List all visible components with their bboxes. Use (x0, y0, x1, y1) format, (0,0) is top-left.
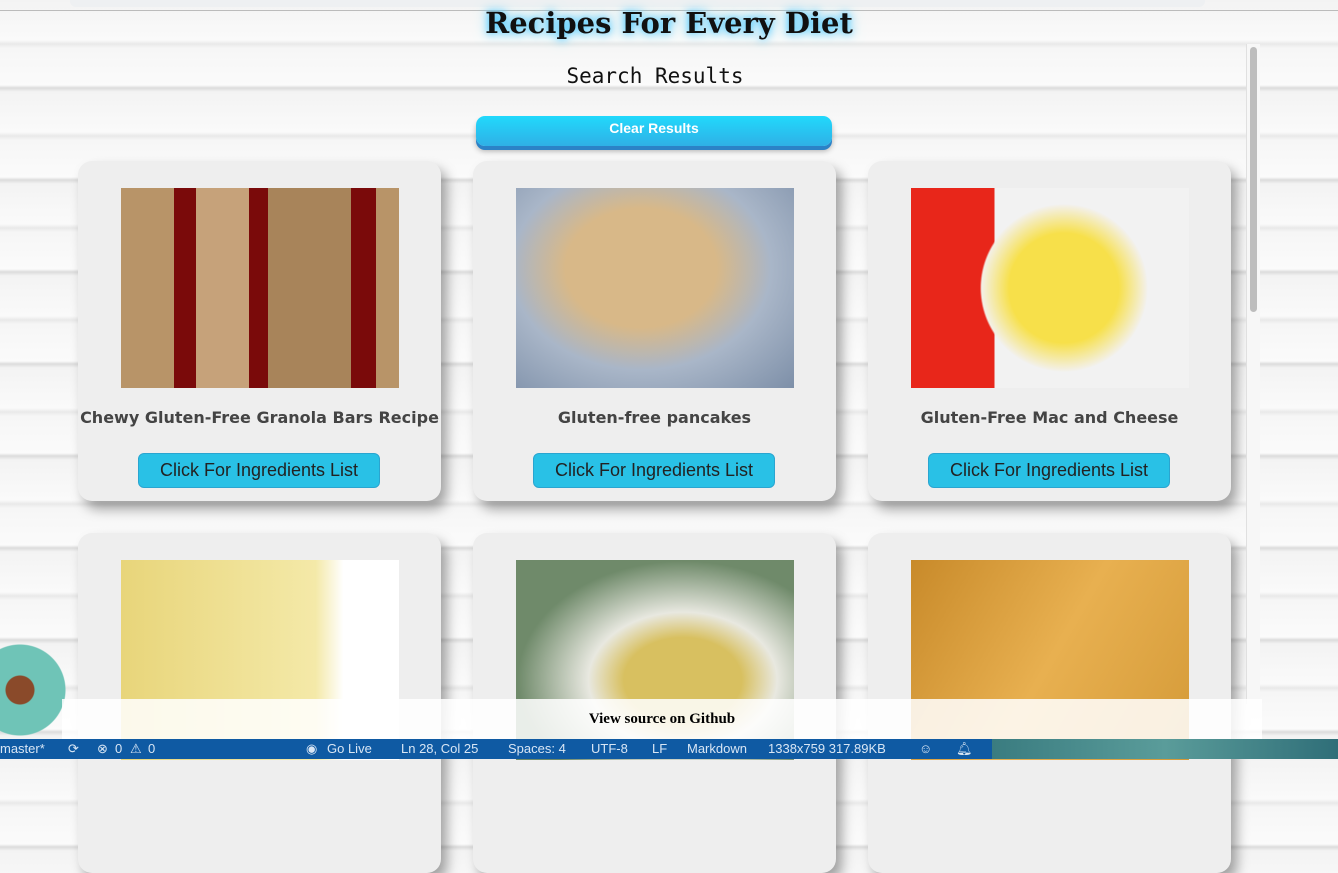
encoding[interactable]: UTF-8 (591, 739, 628, 759)
status-bar: master* ⟳ ⊗ 0 ⚠ 0 ◉ Go Live Ln 28, Col 2… (0, 739, 992, 759)
warning-icon[interactable]: ⚠ (130, 739, 142, 759)
scrollbar[interactable] (1246, 44, 1260, 704)
ingredients-button[interactable]: Click For Ingredients List (928, 453, 1170, 488)
branch-indicator[interactable]: master* (0, 739, 45, 759)
recipe-title: Gluten-free pancakes (557, 408, 752, 427)
warning-count[interactable]: 0 (148, 739, 155, 759)
recipe-card: Gluten-Free Mac and Cheese Click For Ing… (868, 161, 1231, 501)
recipe-title: Chewy Gluten-Free Granola Bars Recipe (80, 408, 439, 427)
indentation[interactable]: Spaces: 4 (508, 739, 566, 759)
ingredients-button[interactable]: Click For Ingredients List (138, 453, 380, 488)
go-live-button[interactable]: Go Live (327, 739, 372, 759)
recipe-card: Gluten-free pancakes Click For Ingredien… (473, 161, 836, 501)
recipe-image (516, 188, 794, 388)
feedback-smiley-icon[interactable]: ☺ (919, 739, 932, 759)
ingredients-button[interactable]: Click For Ingredients List (533, 453, 775, 488)
sync-icon[interactable]: ⟳ (68, 739, 79, 759)
page-title: Recipes For Every Diet (485, 6, 853, 40)
recipe-image (121, 188, 399, 388)
image-info: 1338x759 317.89KB (768, 741, 886, 756)
github-link[interactable]: View source on Github (62, 699, 1262, 739)
broadcast-icon[interactable]: ◉ (306, 739, 317, 759)
language-mode[interactable]: Markdown (687, 739, 747, 759)
error-icon[interactable]: ⊗ (97, 739, 108, 759)
recipe-card: Chewy Gluten-Free Granola Bars Recipe Cl… (78, 161, 441, 501)
notification-bell-icon[interactable]: 🔔︎ (956, 739, 973, 759)
section-heading: Search Results (566, 64, 744, 88)
background-decoration (992, 739, 1338, 759)
clear-results-button[interactable]: Clear Results (476, 116, 832, 146)
scrollbar-thumb[interactable] (1250, 47, 1257, 312)
error-count[interactable]: 0 (115, 739, 122, 759)
cursor-position[interactable]: Ln 28, Col 25 (401, 739, 478, 759)
line-ending[interactable]: LF (652, 739, 667, 759)
recipe-image (911, 188, 1189, 388)
recipe-title: Gluten-Free Mac and Cheese (920, 408, 1179, 427)
